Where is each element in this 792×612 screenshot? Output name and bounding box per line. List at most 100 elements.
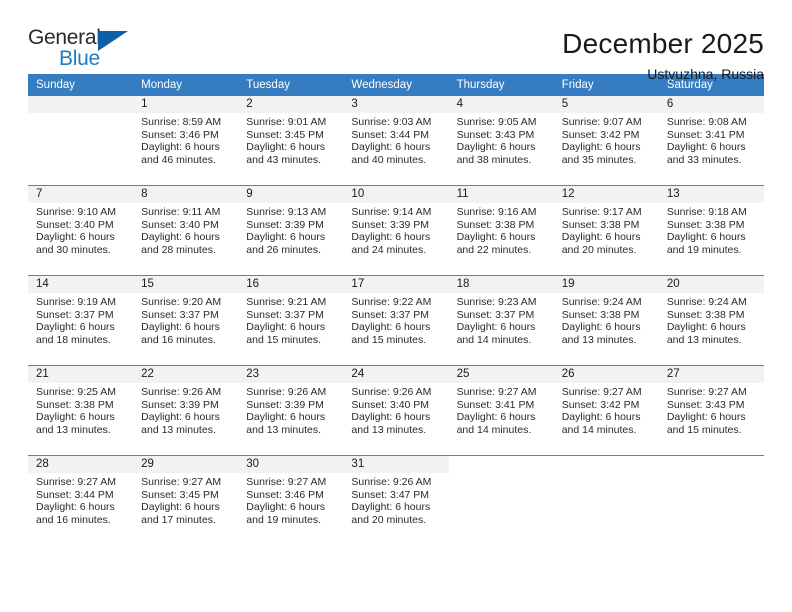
daylight-duration-line1: Daylight: 6 hours (246, 141, 326, 154)
calendar-day-cell[interactable]: 26 Sunrise: 9:27 AM Sunset: 3:42 PM Dayligh… (553, 365, 659, 456)
day-number: 17 (343, 276, 449, 293)
sunrise-time: Sunrise: 9:26 AM (246, 386, 327, 398)
daylight-duration-line1: Daylight: 6 hours (351, 141, 431, 154)
day-details: Sunrise: 9:26 AM Sunset: 3:40 PM Daylight:… (343, 383, 448, 436)
calendar-day-cell[interactable]: 20 Sunrise: 9:24 AM Sunset: 3:38 PM Dayligh… (658, 275, 764, 366)
sunrise-time: Sunrise: 9:16 AM (456, 206, 537, 218)
day-details: Sunrise: 9:20 AM Sunset: 3:37 PM Daylight:… (133, 293, 238, 346)
daylight-duration-line2: and 28 minutes. (141, 243, 216, 256)
day-details: Sunrise: 9:24 AM Sunset: 3:38 PM Daylight:… (554, 293, 659, 346)
sunset-time: Sunset: 3:41 PM (666, 128, 745, 141)
calendar-day-cell[interactable]: 11 Sunrise: 9:16 AM Sunset: 3:38 PM Dayligh… (448, 185, 554, 276)
day-details: Sunrise: 9:27 AM Sunset: 3:46 PM Daylight:… (238, 473, 343, 526)
sunset-time: Sunset: 3:39 PM (246, 218, 324, 231)
day-number: 2 (238, 96, 344, 113)
calendar-day-cell[interactable]: 27 Sunrise: 9:27 AM Sunset: 3:43 PM Dayligh… (658, 365, 764, 456)
sunrise-time: Sunrise: 9:03 AM (351, 116, 432, 128)
calendar-day-cell[interactable]: 15 Sunrise: 9:20 AM Sunset: 3:37 PM Dayligh… (133, 275, 239, 366)
daylight-duration-line1: Daylight: 6 hours (666, 141, 746, 154)
daylight-duration-line2: and 13 minutes. (666, 333, 742, 346)
sunset-time: Sunset: 3:38 PM (666, 308, 745, 321)
calendar-day-cell[interactable]: 22 Sunrise: 9:26 AM Sunset: 3:39 PM Dayligh… (133, 365, 239, 456)
daylight-duration-line2: and 20 minutes. (351, 513, 427, 526)
daylight-duration-line2: and 15 minutes. (351, 333, 427, 346)
calendar-day-cell[interactable]: 16 Sunrise: 9:21 AM Sunset: 3:37 PM Dayligh… (238, 275, 344, 366)
sunset-time: Sunset: 3:38 PM (561, 218, 640, 231)
sunrise-time: Sunrise: 9:27 AM (36, 476, 116, 488)
calendar-day-cell[interactable]: 10 Sunrise: 9:14 AM Sunset: 3:39 PM Dayligh… (343, 185, 449, 276)
sunset-time: Sunset: 3:42 PM (561, 128, 640, 141)
calendar-page: General Blue December 2025 Ustyuzhna, Ru… (0, 0, 792, 612)
calendar-day-cell[interactable]: 28 Sunrise: 9:27 AM Sunset: 3:44 PM Dayligh… (28, 455, 134, 545)
calendar-day-cell[interactable]: 23 Sunrise: 9:26 AM Sunset: 3:39 PM Dayligh… (238, 365, 344, 456)
daylight-duration-line1: Daylight: 6 hours (456, 231, 536, 244)
daylight-duration-line1: Daylight: 6 hours (141, 141, 220, 154)
day-details: Sunrise: 9:26 AM Sunset: 3:39 PM Daylight:… (133, 383, 238, 436)
day-details: Sunrise: 9:27 AM Sunset: 3:44 PM Daylight:… (28, 473, 133, 526)
calendar-day-cell[interactable]: 17 Sunrise: 9:22 AM Sunset: 3:37 PM Dayligh… (343, 275, 449, 366)
calendar-day-cell[interactable]: 2 Sunrise: 9:01 AM Sunset: 3:45 PM Daylight… (238, 96, 344, 186)
sunset-time: Sunset: 3:43 PM (666, 398, 745, 411)
weekday-header-tuesday: Tuesday (238, 74, 344, 96)
calendar-day-cell[interactable]: 12 Sunrise: 9:17 AM Sunset: 3:38 PM Dayligh… (553, 185, 659, 276)
calendar-day-cell[interactable]: 1 Sunrise: 8:59 AM Sunset: 3:46 PM Daylight… (133, 96, 239, 186)
daylight-duration-line2: and 24 minutes. (351, 243, 427, 256)
calendar-day-cell[interactable]: 31 Sunrise: 9:26 AM Sunset: 3:47 PM Dayligh… (343, 455, 449, 545)
calendar-day-cell[interactable]: 13 Sunrise: 9:18 AM Sunset: 3:38 PM Dayligh… (658, 185, 764, 276)
calendar-day-cell[interactable]: 21 Sunrise: 9:25 AM Sunset: 3:38 PM Dayligh… (28, 365, 134, 456)
sunrise-time: Sunrise: 9:19 AM (36, 296, 116, 308)
sunset-time: Sunset: 3:37 PM (351, 308, 430, 321)
daylight-duration-line2: and 22 minutes. (456, 243, 532, 256)
calendar-day-cell[interactable]: 5 Sunrise: 9:07 AM Sunset: 3:42 PM Daylight… (553, 96, 659, 186)
weekday-header-thursday: Thursday (448, 74, 554, 96)
sunrise-time: Sunrise: 9:14 AM (351, 206, 432, 218)
daylight-duration-line1: Daylight: 6 hours (351, 321, 431, 334)
sunrise-time: Sunrise: 8:59 AM (141, 116, 222, 128)
calendar-week-row: 28 Sunrise: 9:27 AM Sunset: 3:44 PM Dayligh… (28, 455, 764, 545)
sunrise-time: Sunrise: 9:01 AM (246, 116, 327, 128)
calendar-day-cell[interactable]: 3 Sunrise: 9:03 AM Sunset: 3:44 PM Daylight… (343, 96, 449, 186)
calendar-day-cell[interactable]: 9 Sunrise: 9:13 AM Sunset: 3:39 PM Daylight… (238, 185, 344, 276)
calendar-day-cell[interactable]: 8 Sunrise: 9:11 AM Sunset: 3:40 PM Daylight… (133, 185, 239, 276)
sunset-time: Sunset: 3:46 PM (141, 128, 219, 141)
calendar-week-row: 21 Sunrise: 9:25 AM Sunset: 3:38 PM Dayligh… (28, 365, 764, 456)
day-number (659, 456, 764, 473)
day-number (449, 456, 554, 473)
calendar-day-cell[interactable]: 30 Sunrise: 9:27 AM Sunset: 3:46 PM Dayligh… (238, 455, 344, 545)
calendar-day-cell[interactable]: 4 Sunrise: 9:05 AM Sunset: 3:43 PM Daylight… (448, 96, 554, 186)
sunset-time: Sunset: 3:37 PM (141, 308, 219, 321)
calendar-day-cell[interactable]: 29 Sunrise: 9:27 AM Sunset: 3:45 PM Dayligh… (133, 455, 239, 545)
daylight-duration-line1: Daylight: 6 hours (36, 231, 115, 244)
calendar-day-cell[interactable]: 14 Sunrise: 9:19 AM Sunset: 3:37 PM Dayligh… (28, 275, 134, 366)
brand-logo[interactable]: General Blue (28, 26, 140, 76)
sunset-time: Sunset: 3:37 PM (246, 308, 324, 321)
day-number: 12 (553, 186, 659, 203)
daylight-duration-line2: and 20 minutes. (561, 243, 637, 256)
page-title: December 2025 (562, 28, 764, 59)
day-details: Sunrise: 9:21 AM Sunset: 3:37 PM Daylight:… (238, 293, 343, 346)
calendar-day-cell[interactable]: 25 Sunrise: 9:27 AM Sunset: 3:41 PM Dayligh… (448, 365, 554, 456)
calendar-day-cell[interactable]: 18 Sunrise: 9:23 AM Sunset: 3:37 PM Dayligh… (448, 275, 554, 366)
day-number: 10 (343, 186, 449, 203)
sunrise-time: Sunrise: 9:11 AM (141, 206, 221, 218)
day-number: 6 (658, 96, 764, 113)
daylight-duration-line2: and 13 minutes. (351, 423, 427, 436)
daylight-duration-line2: and 30 minutes. (36, 243, 111, 256)
daylight-duration-line1: Daylight: 6 hours (246, 321, 326, 334)
sunrise-time: Sunrise: 9:13 AM (246, 206, 327, 218)
sunset-time: Sunset: 3:40 PM (36, 218, 114, 231)
daylight-duration-line1: Daylight: 6 hours (666, 321, 746, 334)
daylight-duration-line2: and 15 minutes. (666, 423, 742, 436)
calendar-day-cell[interactable]: 24 Sunrise: 9:26 AM Sunset: 3:40 PM Dayligh… (343, 365, 449, 456)
sunrise-time: Sunrise: 9:27 AM (456, 386, 537, 398)
day-details: Sunrise: 8:59 AM Sunset: 3:46 PM Daylight:… (133, 113, 238, 166)
day-details: Sunrise: 9:17 AM Sunset: 3:38 PM Daylight:… (554, 203, 659, 256)
calendar-day-cell[interactable]: 6 Sunrise: 9:08 AM Sunset: 3:41 PM Daylight… (658, 96, 764, 186)
day-details: Sunrise: 9:18 AM Sunset: 3:38 PM Daylight:… (659, 203, 764, 256)
calendar-cell-empty (28, 96, 134, 186)
calendar-day-cell[interactable]: 19 Sunrise: 9:24 AM Sunset: 3:38 PM Dayligh… (553, 275, 659, 366)
calendar-day-cell[interactable]: 7 Sunrise: 9:10 AM Sunset: 3:40 PM Daylight… (28, 185, 134, 276)
day-details: Sunrise: 9:27 AM Sunset: 3:45 PM Daylight:… (133, 473, 238, 526)
daylight-duration-line1: Daylight: 6 hours (36, 501, 115, 514)
sunset-time: Sunset: 3:45 PM (246, 128, 324, 141)
